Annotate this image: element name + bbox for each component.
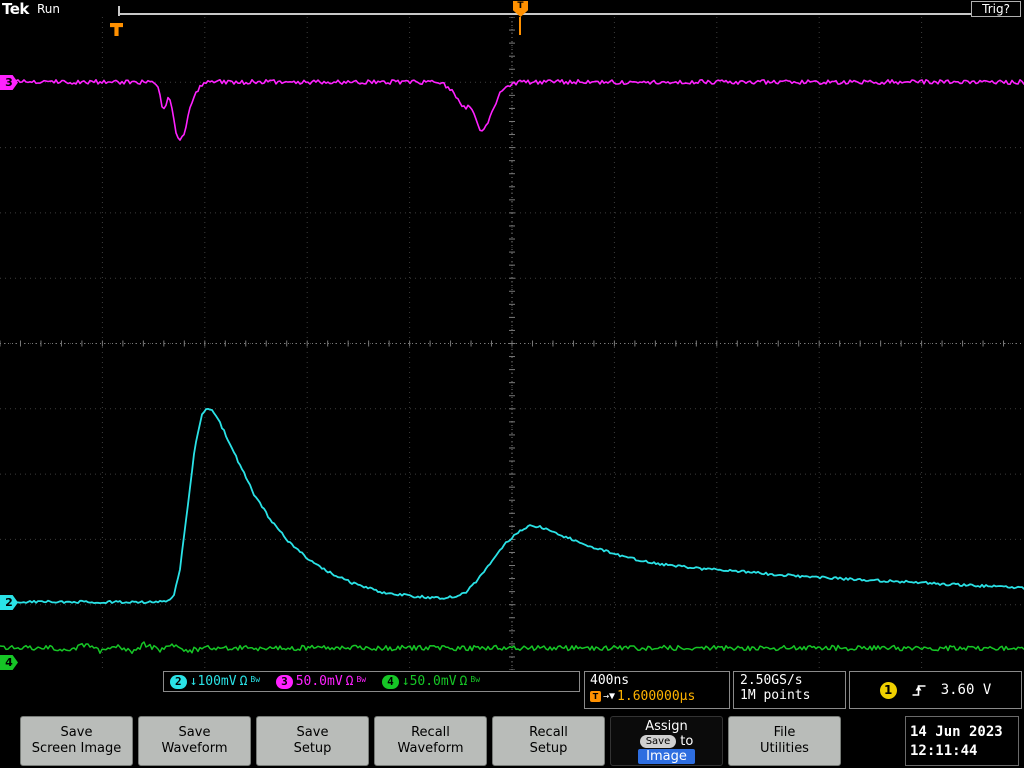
button-label: to (680, 733, 694, 749)
channel-2-bandwidth-icon: Bw (250, 675, 261, 684)
trace-ch2 (0, 407, 1024, 605)
save-key-chip: Save (639, 734, 677, 748)
datetime-panel: 14 Jun 2023 12:11:44 (905, 716, 1019, 766)
record-length: 1M points (740, 688, 811, 703)
trigger-status-badge: Trig? (971, 1, 1021, 17)
delay-arrow-icon: →▼ (603, 691, 616, 702)
date-label: 14 Jun 2023 (910, 723, 1003, 740)
channel-2-badge: 2 (170, 674, 187, 689)
trigger-t-icon: T (590, 691, 601, 702)
channel-4-coupling: Ω (459, 674, 468, 689)
channel-3-badge: 3 (276, 674, 293, 689)
recall-setup-button[interactable]: Recall Setup (492, 716, 605, 766)
time-label: 12:11:44 (910, 742, 978, 759)
channel-3-readout[interactable]: 3 50.0mV Ω Bw (276, 674, 366, 689)
trigger-level: 3.60 V (940, 682, 992, 698)
tek-logo: Tek (2, 0, 29, 18)
button-label: Save (178, 725, 211, 740)
channel-3-coupling: Ω (345, 674, 354, 689)
channel-4-badge: 4 (382, 674, 399, 689)
trigger-readout[interactable]: 1 3.60 V (849, 671, 1022, 709)
assign-row: Save to (639, 733, 694, 749)
trigger-source-badge: 1 (879, 681, 897, 699)
button-label: Recall (411, 725, 450, 740)
button-label: Utilities (760, 741, 809, 756)
channel-4-scale: ↓50.0mV (401, 674, 457, 689)
button-label: Assign (645, 718, 688, 734)
channel-2-coupling: Ω (239, 674, 248, 689)
graticule-display: 3 2 4 (0, 17, 1024, 670)
button-label: Setup (293, 741, 332, 756)
button-label: Save (60, 725, 93, 740)
channel-2-readout[interactable]: 2 ↓100mV Ω Bw (170, 674, 260, 689)
save-screen-image-button[interactable]: Save Screen Image (20, 716, 133, 766)
rising-edge-icon (912, 685, 926, 696)
header-bar: Tek Run T Trig? (0, 0, 1024, 18)
channel-3-scale: 50.0mV (295, 674, 343, 689)
save-waveform-button[interactable]: Save Waveform (138, 716, 251, 766)
oscilloscope-screen: Tek Run T Trig? 3 2 4 2 ↓100mV Ω Bw 3 50… (0, 0, 1024, 768)
button-label: Waveform (161, 741, 228, 756)
channel-4-bandwidth-icon: Bw (470, 675, 481, 684)
button-label: Save (296, 725, 329, 740)
recall-waveform-button[interactable]: Recall Waveform (374, 716, 487, 766)
bottom-menu: Save Screen Image Save Waveform Save Set… (0, 712, 1024, 768)
button-label: Waveform (397, 741, 464, 756)
button-label: Setup (529, 741, 568, 756)
trigger-point-line (519, 17, 521, 35)
channel-2-scale: ↓100mV (189, 674, 237, 689)
file-utilities-button[interactable]: File Utilities (728, 716, 841, 766)
waveform-plot (0, 17, 1024, 670)
button-label: Screen Image (31, 741, 122, 756)
channel-3-bandwidth-icon: Bw (356, 675, 367, 684)
delay-readout: T →▼ 1.600000µs (590, 689, 724, 704)
save-setup-button[interactable]: Save Setup (256, 716, 369, 766)
horizontal-scale: 400ns (590, 673, 630, 688)
assign-target-chip: Image (638, 748, 695, 764)
horizontal-readout[interactable]: 400ns T →▼ 1.600000µs (584, 671, 730, 709)
button-label: Recall (529, 725, 568, 740)
channel-4-readout[interactable]: 4 ↓50.0mV Ω Bw (382, 674, 480, 689)
readout-strip: 2 ↓100mV Ω Bw 3 50.0mV Ω Bw 4 ↓50.0mV Ω … (0, 670, 1024, 712)
delay-value: 1.600000µs (617, 689, 696, 704)
button-label: File (773, 725, 796, 740)
acquisition-status: Run (37, 2, 61, 16)
assign-save-to-image-button[interactable]: Assign Save to Image (610, 716, 723, 766)
record-view-line (120, 13, 1014, 15)
sample-rate: 2.50GS/s (740, 673, 803, 688)
channel-readouts-box: 2 ↓100mV Ω Bw 3 50.0mV Ω Bw 4 ↓50.0mV Ω … (163, 671, 580, 692)
record-view-bar (118, 6, 1016, 16)
acquisition-readout[interactable]: 2.50GS/s 1M points (733, 671, 846, 709)
